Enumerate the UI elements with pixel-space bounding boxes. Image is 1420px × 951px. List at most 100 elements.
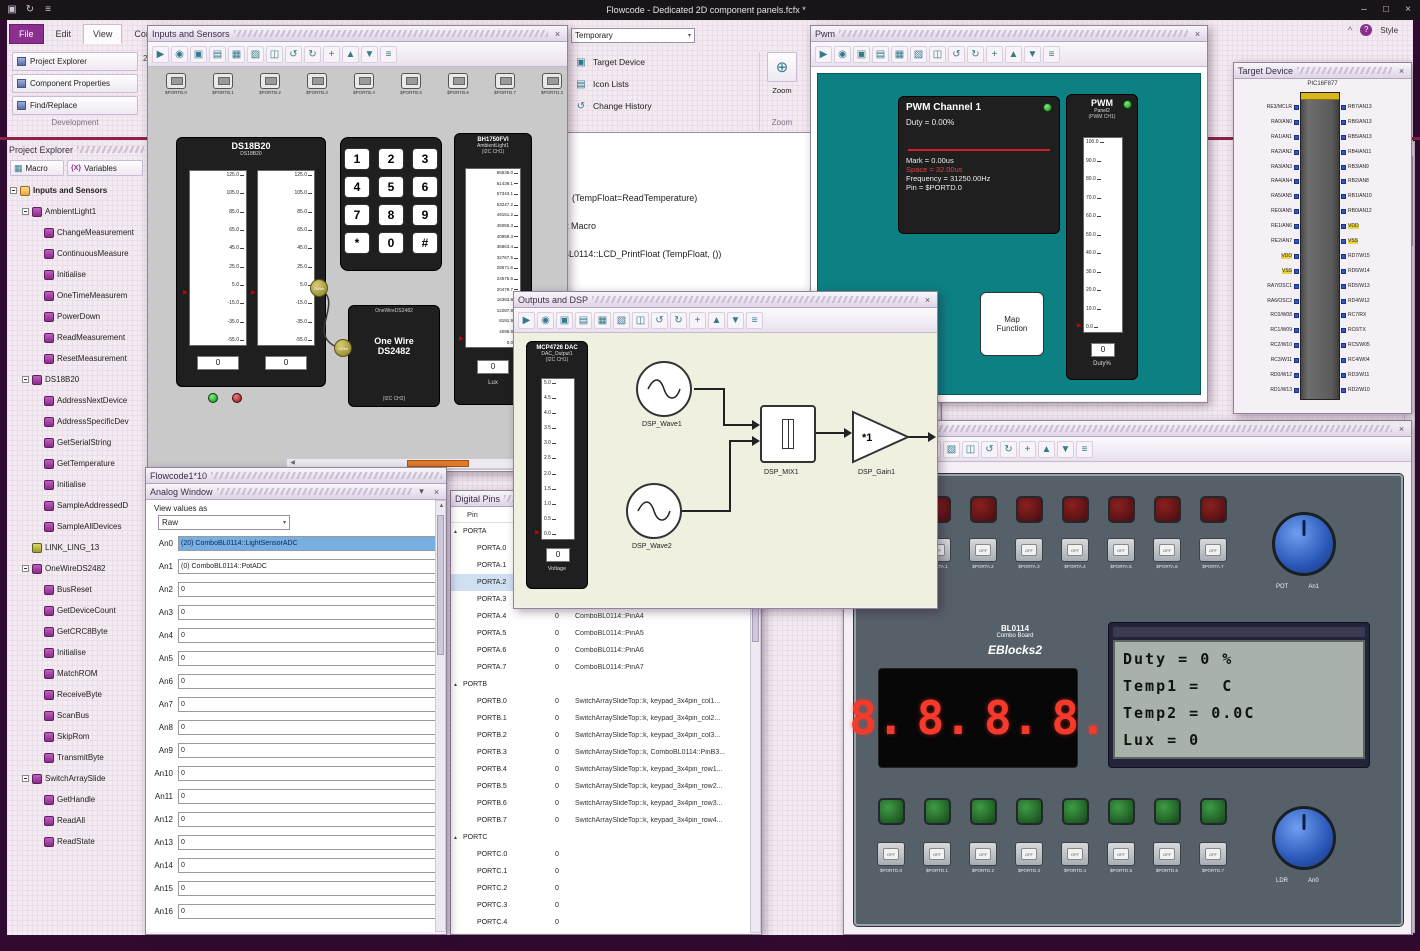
- menu-icon[interactable]: ≡: [1076, 440, 1093, 458]
- chip-pin[interactable]: RE3/MCLR: [1236, 105, 1299, 110]
- app-icon[interactable]: ▣: [6, 5, 18, 15]
- app-titlebar[interactable]: ▣ ↻ ≡ Flowcode - Dedicated 2D component pa…: [0, 0, 1420, 20]
- flowchart-step[interactable]: ComboBL0114::LCD_PrintFloat (TempFloat, …: [566, 249, 721, 259]
- hatch-icon[interactable]: ▧: [613, 311, 630, 329]
- slider-marker-icon[interactable]: ▶: [459, 336, 464, 342]
- tree-item[interactable]: Inputs and Sensors: [7, 180, 146, 201]
- chip-pin[interactable]: RC1/W09: [1236, 328, 1299, 334]
- close-icon[interactable]: ×: [922, 295, 933, 305]
- add-icon[interactable]: +: [323, 45, 340, 63]
- board-switch[interactable]: OFF $PORTD.2: [968, 842, 998, 873]
- ldr-knob[interactable]: [1272, 806, 1336, 870]
- pin-row[interactable]: PORTB.2 0 SwitchArraySlideTop::k, keypad…: [451, 727, 761, 744]
- board-switch[interactable]: OFF $PORTA.7: [1198, 538, 1228, 569]
- tree-item[interactable]: ReadMeasurement: [7, 327, 146, 348]
- dsp-gain-block[interactable]: *1: [850, 409, 912, 465]
- keypad-key[interactable]: *: [344, 232, 370, 254]
- analog-value-input[interactable]: 0: [178, 605, 442, 620]
- pin-row[interactable]: PORTB.7 0 SwitchArraySlideTop::k, keypad…: [451, 812, 761, 829]
- chip-pin[interactable]: RC5/W05: [1341, 343, 1407, 349]
- menu-icon[interactable]: ≡: [1043, 45, 1060, 63]
- menu-icon[interactable]: ≡: [42, 5, 54, 15]
- port-connector[interactable]: $PORTB.5: [399, 73, 423, 95]
- redo-icon[interactable]: ↻: [670, 311, 687, 329]
- down-icon[interactable]: ▼: [1057, 440, 1074, 458]
- tree-expand-icon[interactable]: [22, 376, 29, 383]
- board-switch[interactable]: OFF $PORTD.4: [1060, 842, 1090, 873]
- hatch-icon[interactable]: ▧: [943, 440, 960, 458]
- board-switch[interactable]: OFF $PORTD.1: [922, 842, 952, 873]
- ribbon-tab[interactable]: Edit: [46, 24, 82, 44]
- tree-item[interactable]: ReadAll: [7, 810, 146, 831]
- tree-item[interactable]: ContinuousMeasure: [7, 243, 146, 264]
- grid-icon[interactable]: ▦: [594, 311, 611, 329]
- dsp-wave1-block[interactable]: [636, 361, 692, 417]
- switch-button[interactable]: OFF: [1153, 538, 1181, 562]
- up-icon[interactable]: ▲: [342, 45, 359, 63]
- tree-item[interactable]: GetTemperature: [7, 453, 146, 474]
- slider-marker-icon[interactable]: ▶: [1077, 323, 1082, 329]
- tree-expand-icon[interactable]: [10, 187, 17, 194]
- down-icon[interactable]: ▼: [1024, 45, 1041, 63]
- zoom-button[interactable]: ⊕: [767, 52, 797, 82]
- pin-row[interactable]: PORTB.4 0 SwitchArraySlideTop::k, keypad…: [451, 761, 761, 778]
- board-switch[interactable]: OFF $PORTD.6: [1152, 842, 1182, 873]
- board-switch[interactable]: OFF $PORTA.2: [968, 538, 998, 569]
- minimize-button[interactable]: –: [1358, 5, 1370, 15]
- help-icon[interactable]: ?: [1360, 24, 1373, 36]
- group-expand-icon[interactable]: [453, 528, 463, 535]
- switch-button[interactable]: OFF: [1061, 538, 1089, 562]
- window-titlebar[interactable]: Inputs and Sensors ×: [148, 26, 567, 42]
- chip-pin[interactable]: RC4/W04: [1341, 358, 1407, 364]
- analog-value-input[interactable]: 0: [178, 835, 442, 850]
- analog-value-input[interactable]: 0: [178, 881, 442, 896]
- undo-icon[interactable]: ↺: [651, 311, 668, 329]
- tree-item[interactable]: ChangeMeasurement: [7, 222, 146, 243]
- window-titlebar[interactable]: Pwm ×: [811, 26, 1207, 42]
- port-connector[interactable]: $PORTB.7: [493, 73, 517, 95]
- close-icon[interactable]: ×: [1396, 424, 1407, 434]
- temperature-scale-1[interactable]: 125.0 105.0 85.0 65.0 45.0 25.0 5.0 -15.0 -35.0 -…: [189, 170, 247, 346]
- tree-item[interactable]: AddressSpecificDev: [7, 411, 146, 432]
- tree-item[interactable]: ReadState: [7, 831, 146, 852]
- tree-item[interactable]: Initialise: [7, 642, 146, 663]
- dac-panel[interactable]: MCP4726 DAC DAC_Output1 (I2C CH1) 5.0 4.5…: [526, 341, 588, 589]
- chip-pin[interactable]: RB2/AN8: [1341, 179, 1407, 185]
- analog-value-input[interactable]: (0) ComboBL0114::PotADC: [178, 559, 442, 574]
- onewire-node[interactable]: 1Wire: [334, 339, 352, 357]
- board-switch[interactable]: OFF $PORTD.0: [876, 842, 906, 873]
- pin-row[interactable]: PORTC.4 0: [451, 914, 761, 931]
- keypad-key[interactable]: 8: [378, 204, 404, 226]
- panel-icon[interactable]: ▣: [556, 311, 573, 329]
- record-icon[interactable]: ◉: [834, 45, 851, 63]
- chip-pin[interactable]: RC0/W08: [1236, 313, 1299, 319]
- tree-item[interactable]: ResetMeasurement: [7, 348, 146, 369]
- tree-item[interactable]: TransmitByte: [7, 747, 146, 768]
- chip-pin[interactable]: RD1/W13: [1236, 387, 1299, 393]
- list-icon[interactable]: ▤: [872, 45, 889, 63]
- analog-value-input[interactable]: 0: [178, 904, 442, 919]
- flowchart-step[interactable]: Call Component Macro: [566, 221, 596, 231]
- chip-pin[interactable]: VDD: [1236, 253, 1299, 259]
- ribbon-tab[interactable]: View: [83, 24, 123, 44]
- tree-item[interactable]: MatchROM: [7, 663, 146, 684]
- select-icon[interactable]: ▶: [518, 311, 535, 329]
- view-toggle[interactable]: ▤ Icon Lists: [575, 78, 629, 90]
- chip-pin[interactable]: RD3/W11: [1341, 373, 1407, 379]
- list-icon[interactable]: ▤: [575, 311, 592, 329]
- tree-item[interactable]: GetDeviceCount: [7, 600, 146, 621]
- tree-item[interactable]: ReceiveByte: [7, 684, 146, 705]
- macro-button[interactable]: ▦ Macro: [10, 160, 64, 176]
- up-icon[interactable]: ▲: [1005, 45, 1022, 63]
- chip-pin[interactable]: VSS: [1236, 268, 1299, 274]
- port-connector[interactable]: $PORTB.1: [211, 73, 235, 95]
- board-switch[interactable]: OFF $PORTA.5: [1106, 538, 1136, 569]
- select-icon[interactable]: ▶: [152, 45, 169, 63]
- port-connector[interactable]: $PORTB.2: [258, 73, 282, 95]
- menu-icon[interactable]: ≡: [746, 311, 763, 329]
- down-icon[interactable]: ▼: [361, 45, 378, 63]
- port-connector[interactable]: $PORTB.4: [352, 73, 376, 95]
- record-icon[interactable]: ◉: [171, 45, 188, 63]
- switch-button[interactable]: OFF: [1015, 538, 1043, 562]
- tree-item[interactable]: PowerDown: [7, 306, 146, 327]
